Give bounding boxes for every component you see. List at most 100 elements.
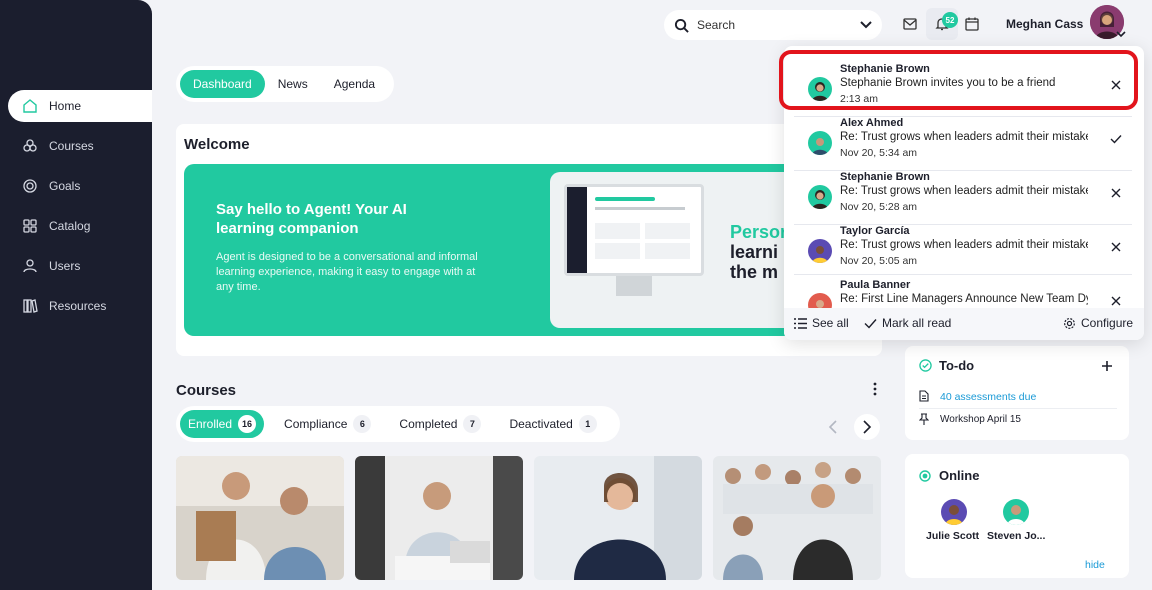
goals-icon bbox=[23, 179, 37, 193]
configure-button[interactable]: Configure bbox=[1063, 316, 1133, 330]
notification-message: Re: Trust grows when leaders admit their… bbox=[840, 239, 1088, 251]
tab-deactivated[interactable]: Deactivated 1 bbox=[501, 410, 604, 438]
chevron-right-icon bbox=[863, 420, 872, 434]
hide-link[interactable]: hide bbox=[1085, 559, 1105, 571]
notification-item[interactable]: Stephanie Brown Re: Trust grows when lea… bbox=[794, 168, 1132, 222]
pin-icon bbox=[919, 413, 929, 425]
tab-agenda[interactable]: Agenda bbox=[321, 70, 388, 98]
notification-item[interactable]: Alex Ahmed Re: Trust grows when leaders … bbox=[794, 114, 1132, 168]
sidebar: Home Courses Goals Catalog Users Resourc… bbox=[0, 0, 152, 590]
sidebar-item-courses[interactable]: Courses bbox=[8, 130, 152, 162]
catalog-icon bbox=[23, 219, 37, 233]
online-user-name[interactable]: Julie Scott bbox=[926, 530, 979, 542]
hero-tagline: Persor learni the m bbox=[730, 222, 788, 282]
search-placeholder: Search bbox=[697, 18, 736, 32]
sidebar-item-users[interactable]: Users bbox=[8, 250, 152, 282]
mail-icon[interactable] bbox=[902, 16, 918, 32]
avatar[interactable] bbox=[941, 499, 967, 525]
tab-news[interactable]: News bbox=[265, 70, 321, 98]
dashboard-tabs: Dashboard News Agenda bbox=[176, 66, 394, 102]
notification-sender: Taylor García bbox=[840, 225, 910, 237]
more-options-icon[interactable] bbox=[870, 382, 880, 396]
home-icon bbox=[23, 99, 37, 113]
calendar-icon[interactable] bbox=[964, 16, 980, 32]
check-icon bbox=[864, 318, 877, 329]
sidebar-item-label: Catalog bbox=[49, 219, 91, 233]
course-card-image[interactable] bbox=[713, 456, 881, 580]
notification-sender: Stephanie Brown bbox=[840, 171, 930, 183]
avatar[interactable] bbox=[1003, 499, 1029, 525]
welcome-card: Welcome Say hello to Agent! Your AI lear… bbox=[176, 124, 882, 356]
avatar bbox=[808, 239, 832, 263]
sidebar-item-label: Goals bbox=[49, 179, 81, 193]
search-input[interactable]: Search bbox=[664, 10, 882, 40]
prev-button[interactable] bbox=[820, 414, 846, 440]
monitor-illustration bbox=[564, 184, 704, 276]
close-icon[interactable] bbox=[1110, 241, 1122, 253]
notification-count-badge: 52 bbox=[942, 12, 958, 28]
close-icon[interactable] bbox=[1110, 187, 1122, 199]
notification-time: Nov 20, 5:05 am bbox=[840, 255, 918, 267]
course-card-image[interactable] bbox=[176, 456, 344, 580]
sidebar-item-resources[interactable]: Resources bbox=[8, 290, 152, 322]
count-badge: 7 bbox=[463, 415, 482, 433]
notification-footer: See all Mark all read Configure bbox=[784, 308, 1144, 340]
sidebar-item-label: Users bbox=[49, 259, 81, 273]
mark-all-read-button[interactable]: Mark all read bbox=[864, 316, 951, 330]
tab-compliance[interactable]: Compliance 6 bbox=[276, 410, 379, 438]
todo-item-link[interactable]: 40 assessments due bbox=[940, 391, 1036, 403]
todo-title: To-do bbox=[939, 358, 975, 373]
notification-message: Re: Trust grows when leaders admit their… bbox=[840, 185, 1088, 197]
tab-enrolled[interactable]: Enrolled 16 bbox=[180, 410, 265, 438]
notification-sender: Paula Banner bbox=[840, 279, 911, 291]
count-badge: 16 bbox=[238, 415, 257, 433]
sidebar-item-label: Resources bbox=[49, 299, 107, 313]
notification-time: Nov 20, 5:28 am bbox=[840, 201, 918, 213]
tab-completed[interactable]: Completed 7 bbox=[391, 410, 489, 438]
notification-time: Nov 20, 5:34 am bbox=[840, 147, 918, 159]
courses-title: Courses bbox=[176, 382, 237, 399]
sidebar-item-label: Courses bbox=[49, 139, 94, 153]
chevron-left-icon bbox=[828, 420, 837, 434]
count-badge: 6 bbox=[353, 415, 372, 433]
sidebar-item-home[interactable]: Home bbox=[8, 90, 152, 122]
sidebar-item-label: Home bbox=[49, 99, 82, 113]
online-status-icon bbox=[919, 470, 931, 482]
online-user-name[interactable]: Steven Jo... bbox=[987, 530, 1045, 542]
list-icon bbox=[794, 317, 807, 329]
chevron-down-icon[interactable] bbox=[860, 21, 872, 29]
todo-item[interactable]: Workshop April 15 bbox=[940, 414, 1021, 425]
close-icon[interactable] bbox=[1110, 295, 1122, 307]
count-badge: 1 bbox=[578, 415, 597, 433]
course-card-image[interactable] bbox=[355, 456, 523, 580]
avatar bbox=[808, 131, 832, 155]
online-panel: Online Julie Scott Steven Jo... hide bbox=[905, 454, 1129, 578]
agent-promo-banner[interactable]: Say hello to Agent! Your AI learning com… bbox=[184, 164, 804, 336]
chevron-down-icon[interactable] bbox=[1116, 30, 1126, 38]
course-tabs: Enrolled 16 Compliance 6 Completed 7 Deacti… bbox=[176, 406, 620, 442]
tab-dashboard[interactable]: Dashboard bbox=[180, 70, 265, 98]
user-name[interactable]: Meghan Cass bbox=[1006, 17, 1083, 31]
sidebar-item-catalog[interactable]: Catalog bbox=[8, 210, 152, 242]
notification-item[interactable]: Taylor García Re: Trust grows when leade… bbox=[794, 222, 1132, 276]
course-card-image[interactable] bbox=[534, 456, 702, 580]
hero-description: Agent is designed to be a conversational… bbox=[216, 251, 478, 293]
resources-icon bbox=[23, 299, 38, 313]
sidebar-item-goals[interactable]: Goals bbox=[8, 170, 152, 202]
highlight-box bbox=[779, 50, 1138, 110]
welcome-title: Welcome bbox=[184, 136, 250, 153]
todo-panel: To-do 40 assessments due Workshop April … bbox=[905, 346, 1129, 440]
see-all-button[interactable]: See all bbox=[794, 316, 849, 330]
courses-icon bbox=[23, 139, 37, 152]
notification-message: Re: First Line Managers Announce New Tea… bbox=[840, 293, 1088, 305]
avatar bbox=[808, 185, 832, 209]
add-icon[interactable] bbox=[1101, 360, 1113, 372]
hero-title: Say hello to Agent! Your AI learning com… bbox=[216, 201, 407, 237]
check-icon[interactable] bbox=[1110, 133, 1122, 145]
search-icon bbox=[674, 18, 689, 33]
hero-image: Persor learni the m bbox=[550, 172, 804, 328]
next-button[interactable] bbox=[854, 414, 880, 440]
notification-sender: Alex Ahmed bbox=[840, 117, 904, 129]
document-icon bbox=[919, 390, 929, 402]
check-circle-icon bbox=[919, 359, 932, 372]
